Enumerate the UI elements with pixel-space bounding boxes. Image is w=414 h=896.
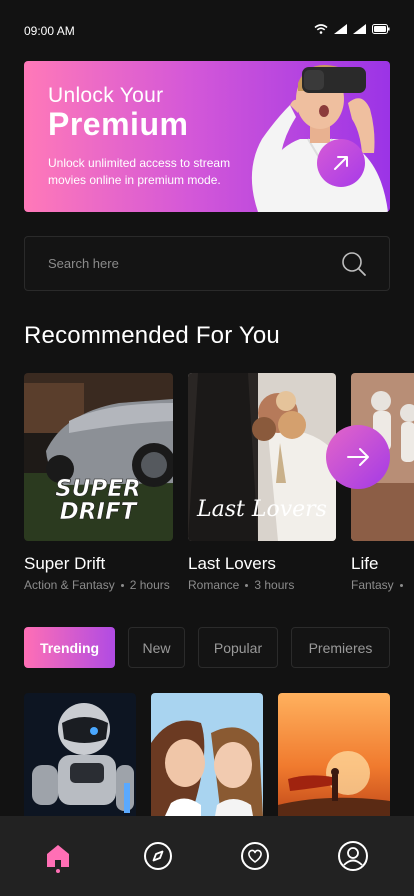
cellular-signal-icon — [334, 24, 347, 34]
separator-dot — [399, 584, 403, 588]
card-duration: 3 hours — [254, 578, 295, 592]
banner-title-line2: Premium — [48, 106, 189, 142]
robot-image — [24, 693, 136, 816]
card-title-super-drift: Super Drift — [24, 554, 106, 573]
banner-title-line1: Unlock Your — [48, 84, 164, 107]
search-input[interactable] — [48, 237, 328, 290]
movie-card-last-lovers[interactable]: Last Lovers — [188, 373, 336, 541]
arrow-right-icon — [347, 448, 369, 466]
poster-title-line2: DRIFT — [60, 499, 139, 525]
profile-icon — [338, 841, 368, 871]
card-genre: Action & Fantasy — [24, 578, 115, 592]
poster-last-lovers: Last Lovers — [188, 373, 336, 541]
bottom-navigation — [0, 816, 414, 896]
thumbnail-superhero[interactable] — [278, 693, 390, 816]
search-bar — [24, 236, 390, 291]
tab-trending[interactable]: Trending — [24, 627, 115, 668]
banner-cta-button[interactable] — [317, 139, 365, 187]
compass-icon — [144, 842, 172, 870]
card-duration: 2 hours — [129, 578, 170, 592]
friends-image — [151, 693, 263, 816]
home-icon — [47, 845, 69, 867]
poster-super-drift: SUPER DRIFT — [24, 373, 173, 541]
tab-premieres[interactable]: Premieres — [291, 627, 390, 668]
card-meta-last-lovers: Romance 3 hours — [188, 578, 294, 592]
arrow-up-right-icon — [334, 156, 348, 170]
section-title-recommended: Recommended For You — [24, 322, 280, 349]
nav-explore[interactable] — [140, 838, 176, 874]
card-title-last-lovers: Last Lovers — [188, 554, 276, 573]
thumbnail-friends[interactable] — [151, 693, 263, 816]
card-title-life: Life — [351, 554, 379, 573]
card-genre: Fantasy — [351, 578, 394, 592]
nav-profile[interactable] — [335, 838, 371, 874]
search-icon[interactable] — [341, 251, 367, 277]
tab-popular[interactable]: Popular — [198, 627, 278, 668]
banner-description: Unlock unlimited access to stream movies… — [48, 156, 231, 187]
premium-banner[interactable]: Unlock Your Premium Unlock unlimited acc… — [24, 61, 390, 212]
poster-title-last-lovers: Last Lovers — [196, 497, 327, 522]
heart-icon — [241, 842, 269, 870]
wifi-icon — [314, 24, 328, 34]
card-meta-life: Fantasy — [351, 578, 409, 592]
battery-icon — [372, 24, 390, 34]
nav-favorites[interactable] — [237, 838, 273, 874]
status-bar: 09:00 AM — [0, 0, 414, 60]
separator-dot — [245, 584, 249, 588]
status-icons — [314, 24, 390, 34]
status-time: 09:00 AM — [24, 24, 75, 38]
carousel-next-button[interactable] — [326, 425, 390, 489]
movie-card-super-drift[interactable]: SUPER DRIFT — [24, 373, 173, 541]
cellular-signal-icon-2 — [353, 24, 366, 34]
separator-dot — [120, 584, 124, 588]
active-nav-indicator — [56, 869, 60, 873]
vr-person-image — [251, 65, 388, 212]
card-meta-super-drift: Action & Fantasy 2 hours — [24, 578, 170, 592]
thumbnail-robot[interactable] — [24, 693, 136, 816]
card-genre: Romance — [188, 578, 240, 592]
superhero-sunset-image — [278, 693, 390, 816]
tab-new[interactable]: New — [128, 627, 185, 668]
